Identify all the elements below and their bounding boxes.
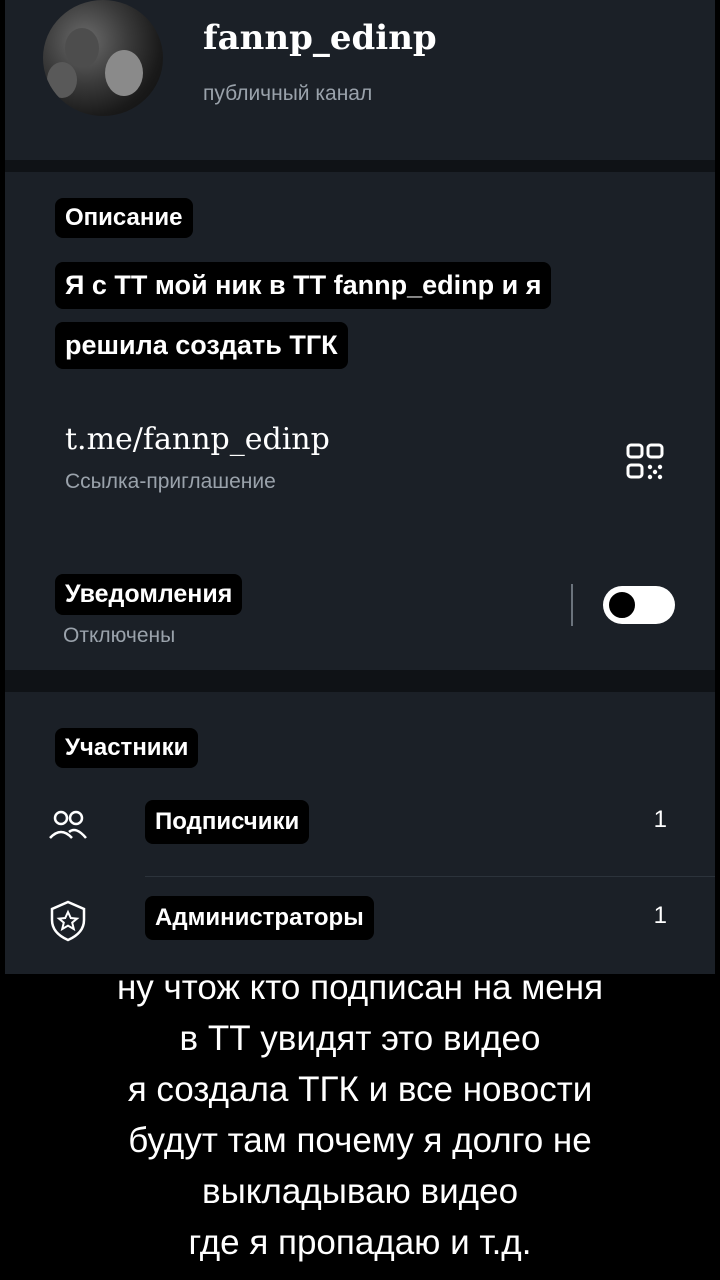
caption-line: я создала ТГК и все новости	[127, 1070, 593, 1109]
invite-link-label: Ссылка-приглашение	[65, 470, 276, 493]
description-line-1: Я с ТТ мой ник в ТТ fannp_edinp и я	[55, 262, 552, 309]
notifications-status: Отключены	[63, 624, 176, 647]
qr-code-icon[interactable]	[625, 442, 665, 482]
caption-line: выкладываю видео	[201, 1172, 519, 1211]
channel-header: fannp_edinp публичный канал	[5, 0, 715, 160]
invite-link[interactable]: t.me/fannp_edinp	[65, 422, 330, 457]
administrators-label: Администраторы	[145, 896, 374, 940]
administrators-count: 1	[653, 902, 667, 929]
caption-line: где я пропадаю и т.д.	[188, 1223, 532, 1262]
section-divider	[5, 160, 715, 172]
administrators-row[interactable]: Администраторы 1	[5, 888, 715, 958]
channel-avatar[interactable]	[43, 0, 163, 116]
toggle-knob	[607, 590, 637, 620]
subscribers-row[interactable]: Подписчики 1	[5, 792, 715, 862]
channel-type: публичный канал	[203, 82, 373, 105]
row-divider	[145, 876, 715, 877]
caption-line: в ТТ увидят это видео	[179, 1019, 541, 1058]
subscribers-count: 1	[653, 806, 667, 833]
notifications-toggle[interactable]	[603, 586, 675, 624]
admin-shield-icon	[50, 900, 86, 942]
notifications-label: Уведомления	[55, 574, 243, 615]
description-heading: Описание	[55, 198, 193, 238]
section-divider	[5, 670, 715, 692]
subscribers-icon	[49, 810, 87, 839]
description-line-2: решила создать ТГК	[55, 322, 348, 369]
members-heading: Участники	[55, 728, 199, 768]
info-section: Описание Я с ТТ мой ник в ТТ fannp_edinp…	[5, 172, 715, 670]
caption-line: ну чтож кто подписан на меня	[116, 968, 604, 1007]
vertical-divider	[571, 584, 573, 626]
subscribers-label: Подписчики	[145, 800, 310, 844]
members-section: Участники Подписчики 1 Администраторы 1	[5, 692, 715, 974]
channel-name: fannp_edinp	[203, 18, 437, 58]
video-caption: ну чтож кто подписан на меня в ТТ увидят…	[0, 962, 720, 1268]
caption-line: будут там почему я долго не	[128, 1121, 592, 1160]
